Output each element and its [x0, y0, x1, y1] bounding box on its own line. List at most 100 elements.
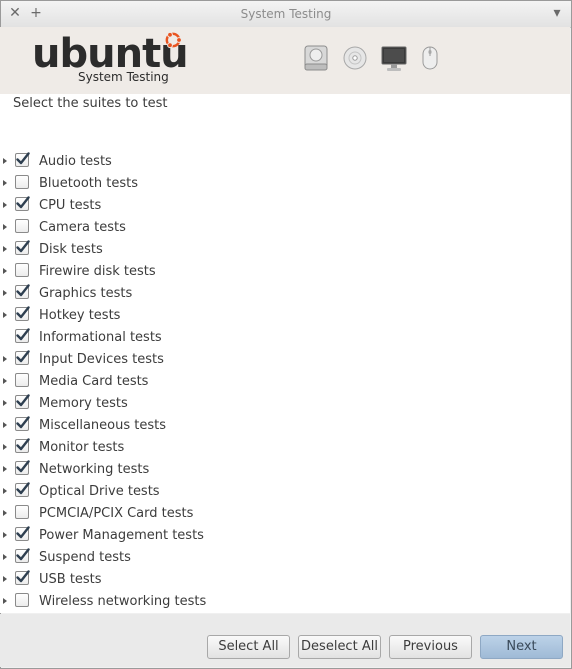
suite-row-7: Hotkey tests: [0, 304, 570, 326]
suite-row-2: CPU tests: [0, 194, 570, 216]
suite-label: Informational tests: [39, 330, 162, 345]
title-bar[interactable]: ✕ + System Testing ▾: [1, 1, 571, 28]
suite-checkbox[interactable]: [15, 196, 30, 211]
suite-checkbox[interactable]: [15, 593, 29, 607]
suite-label: Wireless networking tests: [39, 594, 207, 609]
expander-arrow-icon[interactable]: [3, 554, 7, 560]
monitor-icon: [381, 46, 407, 71]
deselect-all-button[interactable]: Deselect All: [298, 635, 381, 659]
expander-arrow-icon[interactable]: [3, 488, 7, 494]
checkmark-icon: [16, 394, 30, 407]
suite-row-19: USB tests: [0, 568, 570, 590]
suite-label: Monitor tests: [39, 440, 125, 455]
expander-arrow-icon[interactable]: [3, 312, 7, 318]
suite-row-3: Camera tests: [0, 216, 570, 238]
suite-label: PCMCIA/PCIX Card tests: [39, 506, 194, 521]
suite-checkbox[interactable]: [15, 394, 30, 409]
checkmark-icon: [16, 438, 30, 451]
suite-checkbox[interactable]: [15, 438, 30, 453]
expander-arrow-icon[interactable]: [3, 532, 7, 538]
expander-arrow-icon[interactable]: [3, 400, 7, 406]
optical-disc-icon: [343, 46, 367, 70]
suite-checkbox[interactable]: [15, 416, 30, 431]
expander-arrow-icon[interactable]: [3, 290, 7, 296]
checkmark-icon: [16, 548, 30, 561]
suite-label: Graphics tests: [39, 286, 133, 301]
suite-row-12: Miscellaneous tests: [0, 414, 570, 436]
checkmark-icon: [16, 196, 30, 209]
window-title: System Testing: [240, 7, 332, 21]
suite-row-6: Graphics tests: [0, 282, 570, 304]
suite-label: Disk tests: [39, 242, 103, 257]
expander-arrow-icon[interactable]: [3, 510, 7, 516]
suite-label: Memory tests: [39, 396, 128, 411]
expander-arrow-icon[interactable]: [3, 246, 7, 252]
suite-checkbox[interactable]: [15, 175, 29, 189]
checkmark-icon: [16, 306, 30, 319]
suite-label: Power Management tests: [39, 528, 204, 543]
suite-checkbox[interactable]: [15, 284, 30, 299]
suite-label: Camera tests: [39, 220, 126, 235]
suite-list: Audio tests Bluetooth tests CPU tests Ca…: [0, 150, 570, 612]
checkmark-icon: [16, 482, 30, 495]
suite-label: CPU tests: [39, 198, 102, 213]
previous-button[interactable]: Previous: [389, 635, 472, 659]
suite-label: USB tests: [39, 572, 102, 587]
checkmark-icon: [16, 460, 30, 473]
checkmark-icon: [16, 350, 30, 363]
expander-arrow-icon[interactable]: [3, 268, 7, 274]
next-button[interactable]: Next: [480, 635, 563, 659]
window-menu-icon[interactable]: ▾: [549, 5, 565, 21]
expander-arrow-icon[interactable]: [3, 180, 7, 186]
suite-checkbox[interactable]: [15, 306, 30, 321]
suite-checkbox[interactable]: [15, 152, 30, 167]
suite-label: Miscellaneous tests: [39, 418, 167, 433]
logo-subtitle: System Testing: [78, 70, 169, 84]
suite-label: Hotkey tests: [39, 308, 121, 323]
suite-row-4: Disk tests: [0, 238, 570, 260]
suite-row-5: Firewire disk tests: [0, 260, 570, 282]
suite-checkbox[interactable]: [15, 263, 29, 277]
checkmark-icon: [16, 152, 30, 165]
expander-arrow-icon[interactable]: [3, 356, 7, 362]
suite-label: Optical Drive tests: [39, 484, 160, 499]
expander-arrow-icon[interactable]: [3, 576, 7, 582]
suite-label: Firewire disk tests: [39, 264, 156, 279]
suite-row-1: Bluetooth tests: [0, 172, 570, 194]
suite-label: Audio tests: [39, 154, 112, 169]
suite-checkbox[interactable]: [15, 548, 30, 563]
suite-row-11: Memory tests: [0, 392, 570, 414]
expander-arrow-icon[interactable]: [3, 378, 7, 384]
suite-row-18: Suspend tests: [0, 546, 570, 568]
expander-arrow-icon[interactable]: [3, 444, 7, 450]
suite-checkbox[interactable]: [15, 460, 30, 475]
suite-row-13: Monitor tests: [0, 436, 570, 458]
suite-label: Input Devices tests: [39, 352, 164, 367]
suite-checkbox[interactable]: [15, 219, 29, 233]
suite-label: Networking tests: [39, 462, 150, 477]
suite-row-0: Audio tests: [0, 150, 570, 172]
expander-arrow-icon[interactable]: [3, 202, 7, 208]
suite-row-8: Informational tests: [0, 326, 570, 348]
expander-arrow-icon[interactable]: [3, 158, 7, 164]
mouse-icon: [422, 46, 438, 70]
checkmark-icon: [16, 284, 30, 297]
suite-checkbox[interactable]: [15, 570, 30, 585]
suite-checkbox[interactable]: [15, 526, 30, 541]
instruction-label: Select the suites to test: [13, 96, 168, 111]
suite-checkbox[interactable]: [15, 240, 30, 255]
suite-checkbox[interactable]: [15, 482, 30, 497]
suite-label: Media Card tests: [39, 374, 149, 389]
expander-arrow-icon[interactable]: [3, 466, 7, 472]
suite-checkbox[interactable]: [15, 350, 30, 365]
select-all-button[interactable]: Select All: [207, 635, 290, 659]
suite-checkbox[interactable]: [15, 373, 29, 387]
suite-checkbox[interactable]: [15, 328, 30, 343]
checkmark-icon: [16, 240, 30, 253]
expander-arrow-icon[interactable]: [3, 224, 7, 230]
circle-of-friends-icon: [165, 31, 182, 49]
suite-checkbox[interactable]: [15, 505, 29, 519]
suite-row-16: PCMCIA/PCIX Card tests: [0, 502, 570, 524]
expander-arrow-icon[interactable]: [3, 598, 7, 604]
expander-arrow-icon[interactable]: [3, 422, 7, 428]
